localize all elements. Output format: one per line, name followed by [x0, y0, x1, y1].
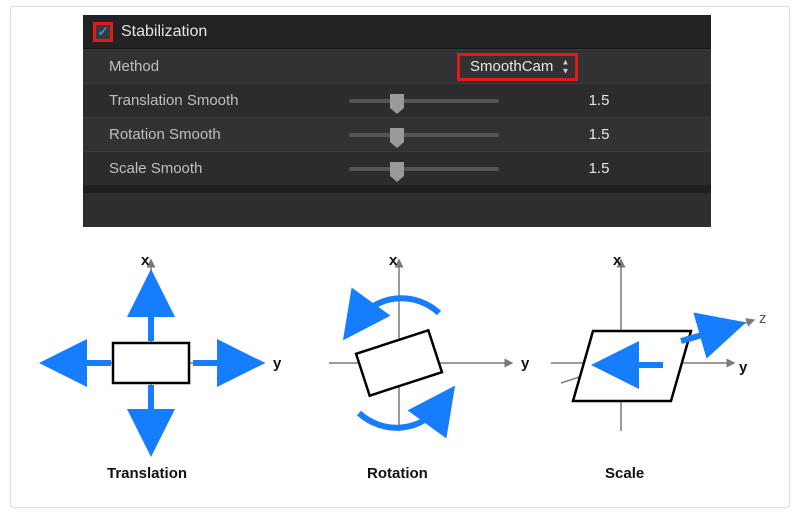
panel-header: ✓ Stabilization: [83, 15, 711, 49]
scale-smooth-row: Scale Smooth 1.5: [83, 151, 711, 185]
rotation-smooth-value: 1.5: [519, 126, 679, 143]
axis-y-1: y: [273, 355, 282, 372]
panel-title: Stabilization: [121, 23, 207, 41]
scale-smooth-slider[interactable]: [349, 167, 499, 171]
translation-smooth-label: Translation Smooth: [109, 92, 349, 109]
method-label: Method: [109, 58, 349, 75]
axis-y-2: y: [521, 355, 530, 372]
method-value: SmoothCam: [470, 58, 553, 75]
translation-smooth-slider[interactable]: [349, 99, 499, 103]
translation-diagram: [63, 263, 261, 433]
rotation-diagram: [329, 263, 509, 431]
translation-smooth-row: Translation Smooth 1.5: [83, 83, 711, 117]
rotation-smooth-label: Rotation Smooth: [109, 126, 349, 143]
check-icon: ✓: [98, 25, 109, 38]
axis-x-2: x: [389, 252, 398, 269]
diagram-label-scale: Scale: [605, 465, 644, 482]
axis-x-3: x: [613, 252, 622, 269]
updown-icon: ▲▼: [561, 58, 569, 75]
axis-y-3: y: [739, 359, 748, 376]
rotation-smooth-slider[interactable]: [349, 133, 499, 137]
method-select[interactable]: SmoothCam ▲▼: [457, 53, 578, 81]
diagram-label-rotation: Rotation: [367, 465, 428, 482]
scale-smooth-label: Scale Smooth: [109, 160, 349, 177]
diagram-label-translation: Translation: [107, 465, 187, 482]
scale-smooth-value: 1.5: [519, 160, 679, 177]
axis-z: z: [759, 310, 767, 327]
translation-smooth-value: 1.5: [519, 92, 679, 109]
method-row: Method SmoothCam ▲▼: [83, 49, 711, 83]
diagrams-area: x y x y x: [31, 243, 771, 498]
diagrams-svg: x y x y x: [31, 243, 771, 498]
axis-x-1: x: [141, 252, 150, 269]
scale-diagram: [551, 263, 751, 431]
stabilization-checkbox[interactable]: ✓: [93, 22, 113, 42]
stabilization-panel: ✓ Stabilization Method SmoothCam ▲▼ Tran…: [83, 15, 711, 227]
rotation-smooth-row: Rotation Smooth 1.5: [83, 117, 711, 151]
